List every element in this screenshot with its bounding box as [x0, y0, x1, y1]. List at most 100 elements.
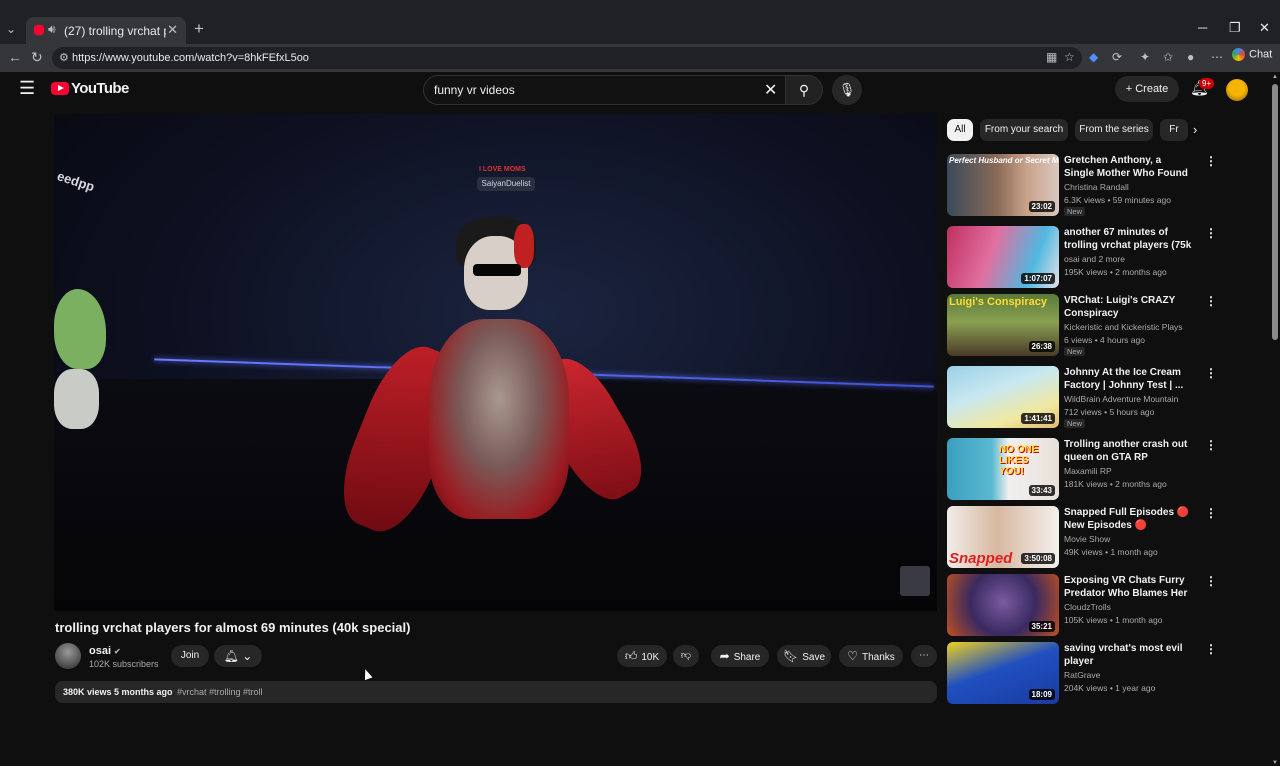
account-avatar[interactable] — [1226, 79, 1248, 101]
share-button[interactable]: ➦ Share — [711, 645, 769, 667]
chip-partial[interactable]: Fr — [1160, 119, 1188, 141]
back-icon[interactable]: ← — [8, 49, 22, 65]
audio-playing-icon[interactable]: 🔊︎ — [48, 22, 56, 37]
extension-icon[interactable]: ◆ — [1089, 50, 1098, 64]
recommendation-item[interactable]: Perfect Husband or Secret Monster 23:02 … — [947, 154, 1237, 216]
profile-icon[interactable]: ● — [1187, 50, 1194, 64]
search-button[interactable]: ⚲ — [785, 75, 823, 105]
create-button[interactable]: + Create — [1115, 76, 1179, 102]
extensions-puzzle-icon[interactable]: ✦ — [1140, 50, 1150, 64]
recommendation-item[interactable]: 35:21 Exposing VR Chats Furry Predator W… — [947, 574, 1237, 636]
recommendation-title[interactable]: Gretchen Anthony, a Single Mother Who Fo… — [1064, 154, 1192, 180]
install-app-icon[interactable]: ▦ — [1046, 50, 1057, 64]
video-thumbnail[interactable]: 18:09 — [947, 642, 1059, 704]
recommendation-item[interactable]: 1:41:41 Johnny At the Ice Cream Factory … — [947, 366, 1237, 428]
new-tab-icon[interactable]: + — [194, 19, 204, 39]
video-thumbnail[interactable]: Snapped 3:50:08 — [947, 506, 1059, 568]
more-options-icon[interactable]: ⋮ — [1205, 506, 1217, 520]
chat-button[interactable]: Chat — [1232, 48, 1272, 68]
more-options-icon[interactable]: ⋮ — [1205, 294, 1217, 308]
recommendation-item[interactable]: Luigi's Conspiracy 26:38 VRChat: Luigi's… — [947, 294, 1237, 356]
video-thumbnail[interactable]: 35:21 — [947, 574, 1059, 636]
bookmark-star-icon[interactable]: ☆ — [1064, 50, 1075, 64]
like-button[interactable]: 👍︎ 10K — [617, 645, 667, 667]
recommendation-item[interactable]: 1:07:07 another 67 minutes of trolling v… — [947, 226, 1237, 288]
recommendation-title[interactable]: Exposing VR Chats Furry Predator Who Bla… — [1064, 574, 1192, 600]
avatar-status-text: I LOVE MOMS — [479, 166, 526, 173]
video-thumbnail[interactable]: Luigi's Conspiracy 26:38 — [947, 294, 1059, 356]
video-thumbnail[interactable]: NO ONE LIKES YOU! 33:43 — [947, 438, 1059, 500]
description-box[interactable]: 380K views 5 months ago #vrchat #trollin… — [55, 681, 937, 703]
recommendation-title[interactable]: another 67 minutes of trolling vrchat pl… — [1064, 226, 1192, 252]
browser-tab[interactable]: 🔊︎ (27) trolling vrchat players for almo… — [26, 17, 186, 44]
more-options-icon[interactable]: ⋮ — [1205, 438, 1217, 452]
page-scrollbar[interactable]: ▲ ▼ — [1270, 72, 1280, 766]
recommendation-title[interactable]: Snapped Full Episodes 🔴 New Episodes 🔴 S… — [1064, 506, 1192, 532]
recommendation-meta: 6.3K views • 59 minutes ago — [1064, 195, 1171, 205]
video-thumbnail[interactable]: 1:41:41 — [947, 366, 1059, 428]
close-window-icon[interactable]: ✕ — [1259, 20, 1270, 36]
duration-badge: 26:38 — [1028, 341, 1055, 352]
more-options-icon[interactable]: ⋮ — [1205, 574, 1217, 588]
channel-avatar[interactable] — [55, 643, 81, 669]
more-options-icon[interactable]: ⋮ — [1205, 226, 1217, 240]
reload-icon[interactable]: ↻ — [31, 49, 43, 66]
video-thumbnail[interactable]: 1:07:07 — [947, 226, 1059, 288]
chips-next-chevron-icon[interactable]: › — [1193, 122, 1197, 137]
video-player[interactable]: eedpp I LOVE MOMS SaiyanDuelist — [54, 114, 937, 611]
recommendation-title[interactable]: VRChat: Luigi's CRAZY Conspiracy — [1064, 294, 1192, 320]
url-text[interactable]: https://www.youtube.com/watch?v=8hkFEfxL… — [72, 52, 309, 64]
recommendation-title[interactable]: Johnny At the Ice Cream Factory | Johnny… — [1064, 366, 1192, 392]
site-info-icon[interactable]: ⚙ — [59, 51, 69, 64]
recommendation-channel[interactable]: osai and 2 more — [1064, 254, 1125, 264]
recommendation-item[interactable]: NO ONE LIKES YOU! 33:43 Trolling another… — [947, 438, 1237, 500]
chip-all[interactable]: All — [947, 119, 973, 141]
video-thumbnail[interactable]: Perfect Husband or Secret Monster 23:02 — [947, 154, 1059, 216]
clear-search-icon[interactable]: ✕ — [764, 80, 777, 100]
recommendation-title[interactable]: saving vrchat's most evil player — [1064, 642, 1192, 668]
scene-left-sign: eedpp — [55, 168, 97, 195]
recommendation-channel[interactable]: CloudzTrolls — [1064, 602, 1111, 612]
thanks-button[interactable]: ♡ Thanks — [839, 645, 903, 667]
scrollbar-thumb[interactable] — [1272, 84, 1278, 340]
youtube-logo[interactable]: YouTube — [51, 80, 129, 98]
recommendation-channel[interactable]: Maxamili RP — [1064, 466, 1112, 476]
chip-from-the-series[interactable]: From the series — [1075, 119, 1153, 141]
thumbnail-text: Snapped — [949, 550, 1013, 567]
save-button[interactable]: 🔖︎ Save — [777, 645, 831, 667]
more-options-icon[interactable]: ⋮ — [1205, 642, 1217, 656]
address-bar[interactable]: ⚙ https://www.youtube.com/watch?v=8hkFEf… — [52, 47, 1082, 69]
menu-hamburger-icon[interactable]: ☰ — [19, 78, 35, 99]
search-input[interactable]: funny vr videos ✕ — [423, 75, 786, 105]
join-button[interactable]: Join — [171, 645, 209, 667]
close-tab-icon[interactable]: ✕ — [167, 22, 178, 38]
recommendation-title[interactable]: Trolling another crash out queen on GTA … — [1064, 438, 1192, 464]
subscribed-bell-button[interactable]: 🔔︎ ⌄ — [214, 645, 262, 667]
menu-dots-icon[interactable]: ⋯ — [1211, 50, 1223, 64]
recommendation-channel[interactable]: RatGrave — [1064, 670, 1100, 680]
maximize-icon[interactable]: ❐ — [1229, 20, 1241, 36]
recommendation-item[interactable]: Snapped 3:50:08 Snapped Full Episodes 🔴 … — [947, 506, 1237, 568]
refresh-extension-icon[interactable]: ⟳ — [1112, 50, 1122, 64]
voice-search-button[interactable]: 🎙︎ — [832, 75, 862, 105]
thumbnail-text: Perfect Husband or Secret Monster — [949, 156, 1059, 165]
scroll-down-icon[interactable]: ▼ — [1272, 760, 1278, 766]
channel-name[interactable]: osai ✔ — [89, 645, 121, 657]
scroll-up-icon[interactable]: ▲ — [1272, 74, 1278, 80]
favorites-icon[interactable]: ✩ — [1163, 50, 1173, 64]
more-options-icon[interactable]: ⋮ — [1205, 154, 1217, 168]
more-actions-button[interactable]: ⋯ — [911, 645, 937, 667]
recommendation-meta: 195K views • 2 months ago — [1064, 267, 1167, 277]
recommendation-channel[interactable]: Kickeristic and Kickeristic Plays — [1064, 322, 1183, 332]
tab-list-chevron-icon[interactable]: ⌄ — [6, 22, 16, 36]
recommendation-item[interactable]: 18:09 saving vrchat's most evil player R… — [947, 642, 1237, 704]
search-query[interactable]: funny vr videos — [434, 83, 515, 97]
recommendation-channel[interactable]: Christina Randall — [1064, 182, 1129, 192]
dislike-button[interactable]: 👎︎ — [673, 645, 699, 667]
hashtags[interactable]: #vrchat #trolling #troll — [177, 687, 263, 697]
recommendation-channel[interactable]: WildBrain Adventure Mountain — [1064, 394, 1178, 404]
more-options-icon[interactable]: ⋮ — [1205, 366, 1217, 380]
recommendation-channel[interactable]: Movie Show — [1064, 534, 1110, 544]
minimize-icon[interactable]: ─ — [1198, 20, 1207, 35]
chip-from-your-search[interactable]: From your search — [980, 119, 1068, 141]
